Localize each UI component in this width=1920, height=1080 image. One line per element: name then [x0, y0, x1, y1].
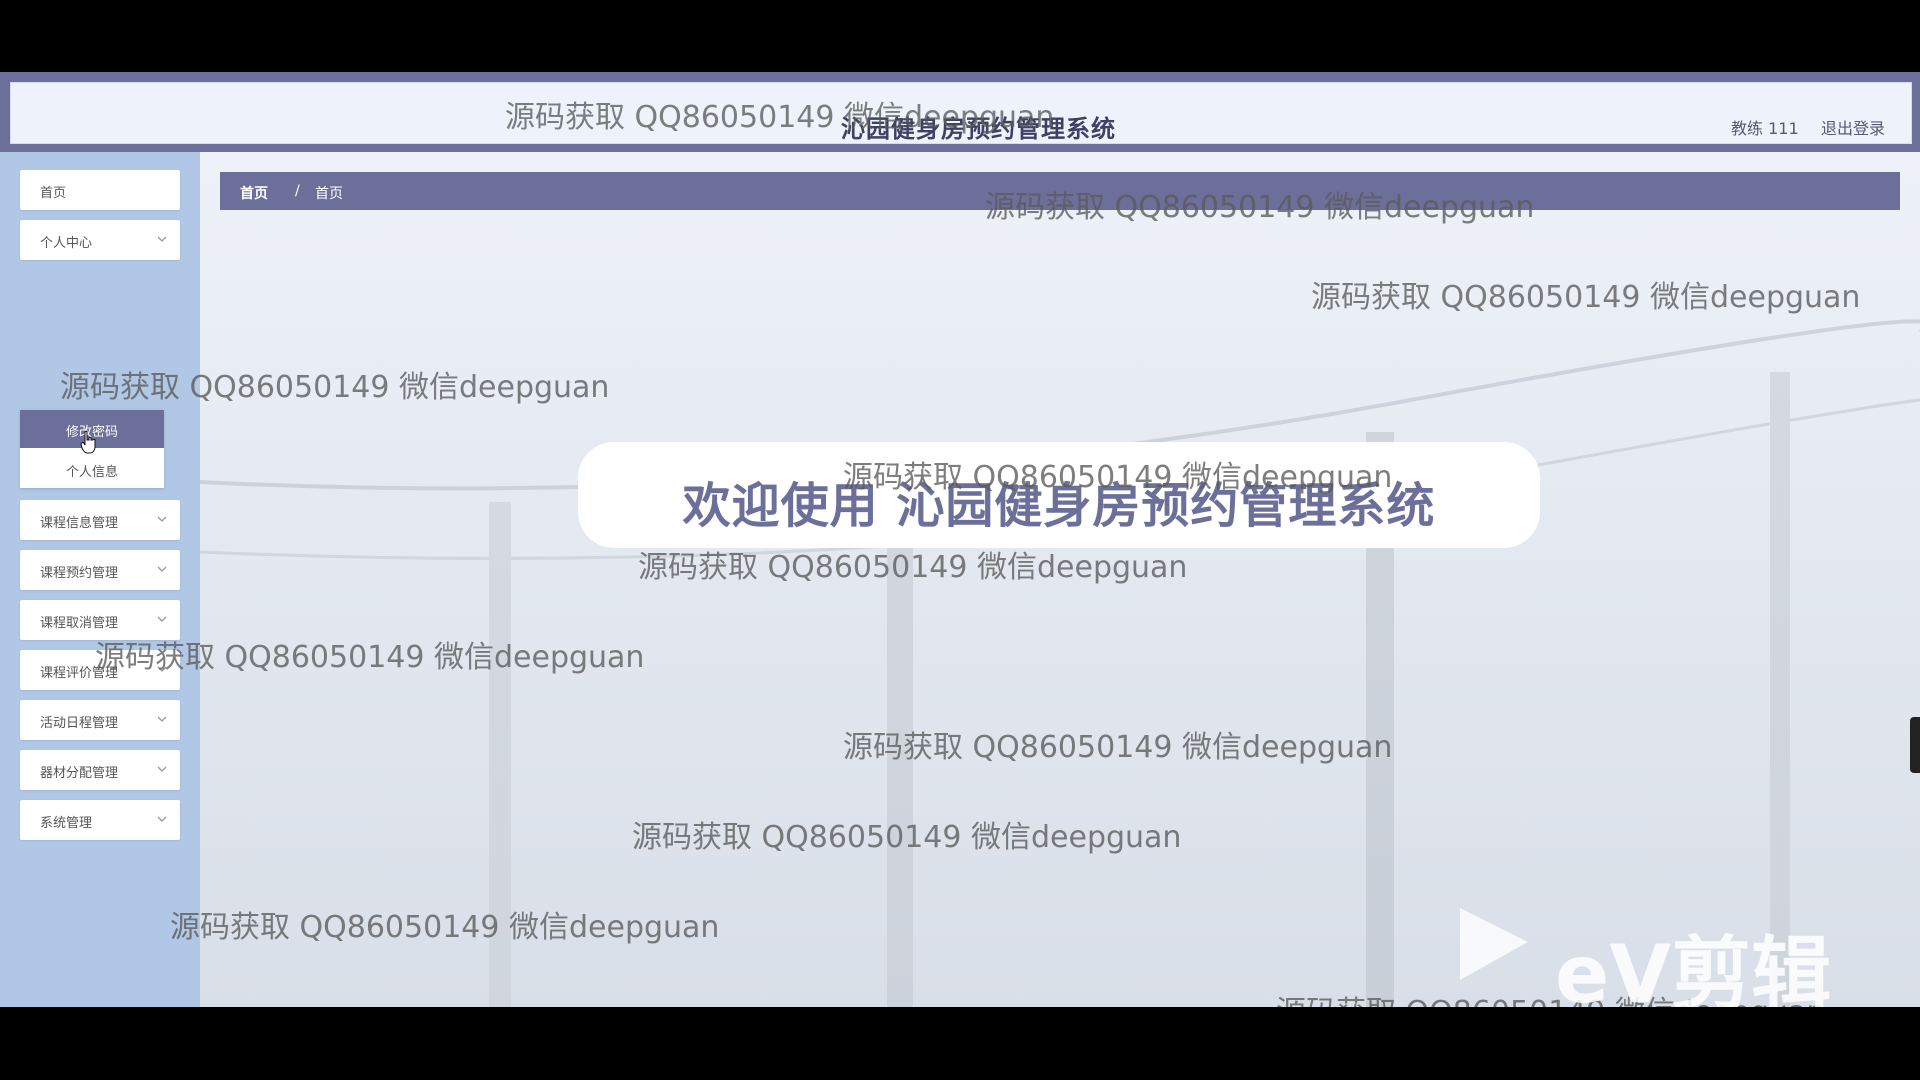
submenu-item-label: 个人信息 — [65, 465, 118, 480]
sidebar-item-system[interactable]: 系统管理 — [20, 800, 180, 840]
sidebar-item-label: 个人中心 — [40, 236, 93, 251]
logout-link[interactable]: 退出登录 — [1821, 115, 1885, 139]
sidebar-item-label: 活动日程管理 — [40, 716, 119, 731]
chevron-down-icon — [157, 616, 167, 622]
sidebar-item-label: 课程取消管理 — [40, 616, 119, 631]
watermark-text: 源码获取 QQ86050149 微信deepguan — [170, 910, 720, 945]
current-user-label: 教练 111 — [1731, 119, 1799, 138]
sidebar-item-personal-center[interactable]: 个人中心 — [20, 220, 180, 260]
sidebar-item-equipment[interactable]: 器材分配管理 — [20, 750, 180, 790]
app-window: 沁园健身房预约管理系统 教练 111 退出登录 首页 个人中心 修改密码 个人信… — [0, 72, 1920, 1007]
watermark-text: 源码获取 QQ86050149 微信deepguan — [985, 190, 1535, 225]
chevron-down-icon — [157, 766, 167, 772]
chevron-down-icon — [157, 516, 167, 522]
play-logo-icon — [1460, 908, 1528, 980]
sidebar-item-label: 课程预约管理 — [40, 566, 119, 581]
breadcrumb-current: 首页 — [315, 186, 343, 202]
sidebar-item-home[interactable]: 首页 — [20, 170, 180, 210]
side-drawer-tab[interactable] — [1910, 717, 1920, 773]
sidebar-item-label: 首页 — [40, 186, 67, 201]
sidebar-item-label: 器材分配管理 — [40, 766, 119, 781]
watermark-text: 源码获取 QQ86050149 微信deepguan — [638, 550, 1188, 585]
watermark-text: 源码获取 QQ86050149 微信deepguan — [843, 460, 1393, 495]
watermark-text: 源码获取 QQ86050149 微信deepguan — [1311, 280, 1861, 315]
breadcrumb-home-link[interactable]: 首页 — [240, 183, 268, 203]
breadcrumb-separator: / — [295, 183, 300, 199]
watermark-text: 源码获取 QQ86050149 微信deepguan — [95, 640, 645, 675]
sidebar-item-activity-schedule[interactable]: 活动日程管理 — [20, 700, 180, 740]
sidebar-item-label: 课程信息管理 — [40, 516, 119, 531]
watermark-text: 源码获取 QQ86050149 微信deepguan — [60, 370, 610, 405]
watermark-text: 源码获取 QQ86050149 微信deepguan — [505, 100, 1055, 135]
watermark-text: 源码获取 QQ86050149 微信deepguan — [843, 730, 1393, 765]
chevron-down-icon — [157, 236, 167, 242]
chevron-down-icon — [157, 816, 167, 822]
sidebar-item-course-info[interactable]: 课程信息管理 — [20, 500, 180, 540]
watermark-text: 源码获取 QQ86050149 微信deepguan — [632, 820, 1182, 855]
chevron-down-icon — [157, 716, 167, 722]
editor-watermark-logo: eV剪辑 — [1555, 928, 1832, 1007]
sidebar: 首页 个人中心 修改密码 个人信息 课程信息管理 课程预约管理 课程取消管理 课… — [0, 152, 200, 1007]
sidebar-item-course-booking[interactable]: 课程预约管理 — [20, 550, 180, 590]
chevron-down-icon — [157, 566, 167, 572]
submenu-item-personal-info[interactable]: 个人信息 — [20, 450, 164, 488]
mouse-cursor-icon — [80, 430, 96, 454]
sidebar-item-label: 系统管理 — [40, 816, 93, 831]
